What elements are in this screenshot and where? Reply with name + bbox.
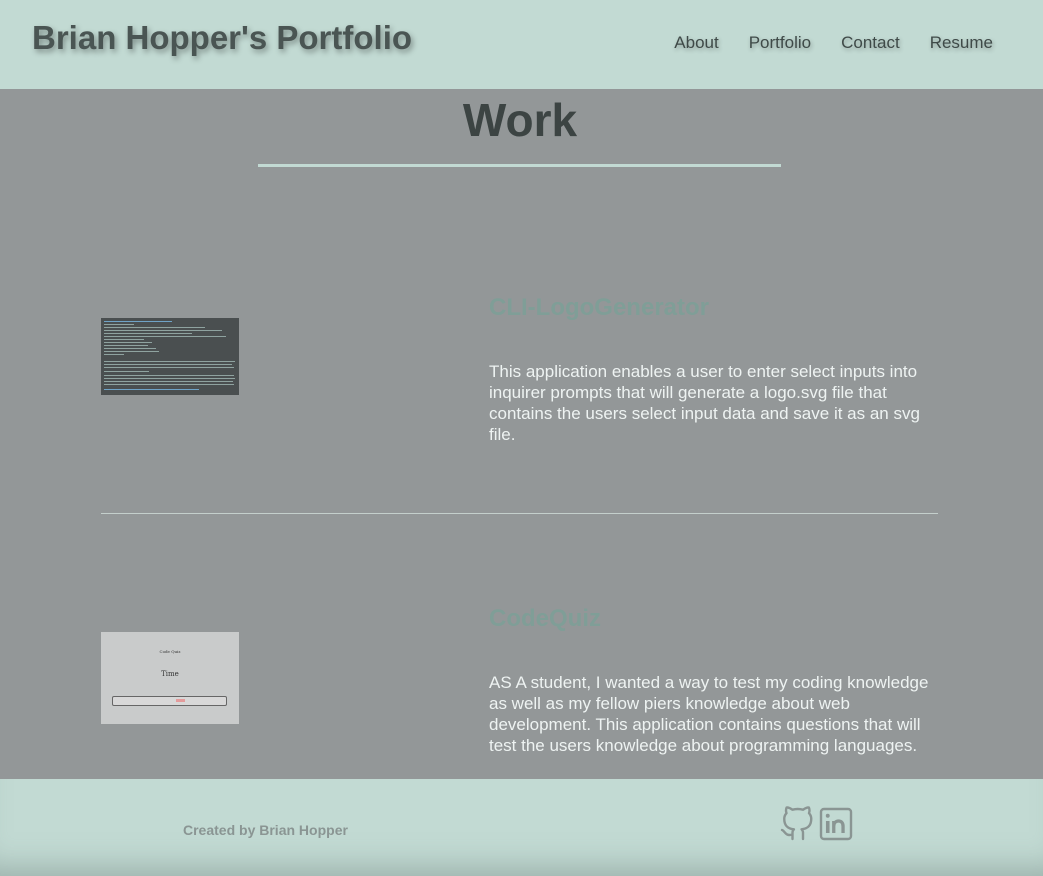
section-title: Work <box>462 94 578 146</box>
github-icon[interactable] <box>779 806 815 842</box>
site-header: Brian Hopper's Portfolio About Portfolio… <box>0 0 1043 89</box>
project-title-link[interactable]: CLI-LogoGenerator <box>489 294 709 322</box>
project-divider <box>101 513 938 514</box>
project-description: AS A student, I wanted a way to test my … <box>489 673 929 755</box>
nav-about[interactable]: About <box>674 33 718 53</box>
site-footer: Created by Brian Hopper <box>0 779 1043 876</box>
project-title-link[interactable]: CodeQuiz <box>489 605 601 633</box>
thumbnail-heading: Code Quiz <box>159 649 181 654</box>
project-thumbnail[interactable] <box>101 318 239 395</box>
nav-contact[interactable]: Contact <box>841 33 900 53</box>
site-title: Brian Hopper's Portfolio <box>32 19 413 56</box>
thumbnail-button <box>112 696 227 706</box>
nav-portfolio[interactable]: Portfolio <box>749 33 811 53</box>
project-card: Code Quiz Time CodeQuiz AS A student, I … <box>101 600 938 779</box>
main-nav: About Portfolio Contact Resume <box>674 33 993 53</box>
title-underline <box>258 164 781 167</box>
linkedin-icon[interactable] <box>818 806 854 842</box>
project-card: CLI-LogoGenerator This application enabl… <box>101 289 938 459</box>
nav-resume[interactable]: Resume <box>930 33 993 53</box>
footer-credit: Created by Brian Hopper <box>183 822 348 838</box>
project-description: This application enables a user to enter… <box>489 362 920 444</box>
thumbnail-timer: Time <box>161 670 179 678</box>
project-thumbnail[interactable]: Code Quiz Time <box>101 632 239 724</box>
work-section: Work CLI-LogoGenerator This application … <box>0 89 1043 779</box>
